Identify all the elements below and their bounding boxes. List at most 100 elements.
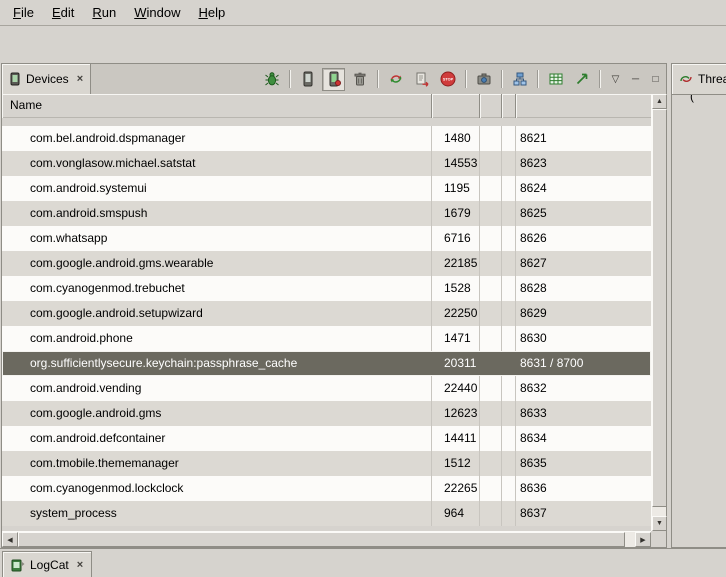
process-col4 [502, 251, 516, 276]
menu-item-run[interactable]: Run [83, 2, 125, 23]
table-row[interactable]: com.whatsapp67168626 [2, 226, 651, 251]
minimize-icon[interactable]: ─ [628, 71, 643, 87]
screen-capture-icon[interactable] [472, 68, 495, 91]
toolbar-separator [599, 70, 600, 88]
stop-process-icon[interactable]: STOP [436, 68, 459, 91]
scrollbar-corner [651, 531, 666, 547]
menu-item-help[interactable]: Help [189, 2, 234, 23]
process-name: com.android.vending [2, 376, 432, 401]
process-port: 8624 [516, 176, 651, 201]
process-name: com.vonglasow.michael.satstat [2, 151, 432, 176]
table-row[interactable]: com.google.android.gms126238633 [2, 401, 651, 426]
table-row[interactable]: com.google.android.setupwizard222508629 [2, 301, 651, 326]
threads-view: Threads Thread up ( [671, 63, 726, 548]
vertical-scrollbar[interactable]: ▲ ▼ [651, 94, 666, 531]
process-port: 8628 [516, 276, 651, 301]
process-col4 [502, 151, 516, 176]
process-col3 [480, 351, 502, 376]
dump-threads-icon[interactable] [410, 68, 433, 91]
process-col4 [502, 401, 516, 426]
table-row[interactable]: com.google.android.gms.wearable221858627 [2, 251, 651, 276]
devices-tab-close-icon[interactable]: × [77, 73, 83, 85]
svg-text:STOP: STOP [442, 78, 453, 82]
scroll-right-icon[interactable]: ▶ [635, 532, 651, 547]
process-pid: 22250 [432, 301, 480, 326]
process-name: com.bel.android.dspmanager [2, 126, 432, 151]
table-row[interactable]: com.vonglasow.michael.satstat145538623 [2, 151, 651, 176]
process-name: com.android.phone [2, 326, 432, 351]
device-icon [9, 72, 21, 86]
cause-gc-icon[interactable] [348, 68, 371, 91]
process-name: com.tmobile.thememanager [2, 451, 432, 476]
process-col4 [502, 351, 516, 376]
process-col3 [480, 451, 502, 476]
scroll-left-icon[interactable]: ◀ [2, 532, 18, 547]
menu-item-window[interactable]: Window [125, 2, 189, 23]
process-col3 [480, 301, 502, 326]
scroll-down-icon[interactable]: ▼ [652, 516, 667, 531]
process-col3 [480, 476, 502, 501]
header-cell-4[interactable] [502, 94, 516, 118]
table-row[interactable]: com.android.smspush16798625 [2, 201, 651, 226]
process-col3 [480, 226, 502, 251]
table-row-selected[interactable]: org.sufficientlysecure.keychain:passphra… [2, 351, 651, 376]
vertical-scroll-thumb[interactable] [652, 109, 667, 507]
devices-tab[interactable]: Devices × [2, 64, 91, 94]
table-row[interactable]: com.android.systemui11958624 [2, 176, 651, 201]
process-col3 [480, 201, 502, 226]
table-row[interactable]: com.android.defcontainer144118634 [2, 426, 651, 451]
header-cell-pid[interactable] [432, 94, 480, 118]
table-header: Name [2, 94, 651, 119]
process-pid: 1195 [432, 176, 480, 201]
horizontal-scroll-thumb[interactable] [18, 532, 625, 547]
process-port: 8631 / 8700 [516, 351, 651, 376]
process-pid: 1471 [432, 326, 480, 351]
horizontal-scrollbar[interactable]: ◀ ▶ [2, 531, 651, 547]
process-name: com.google.android.setupwizard [2, 301, 432, 326]
table-row[interactable]: com.android.phone1471 8630 [2, 326, 651, 351]
heap-dump-icon[interactable] [322, 68, 345, 91]
ui-hierarchy-icon[interactable] [508, 68, 531, 91]
devices-view-toolbar: STOP ▽ ─ □ [260, 64, 666, 94]
threads-tab[interactable]: Threads [672, 64, 726, 94]
scroll-up-icon[interactable]: ▲ [652, 94, 667, 109]
table-row[interactable]: com.bel.android.dspmanager14808621 [2, 126, 651, 151]
process-pid: 6716 [432, 226, 480, 251]
table-row[interactable]: com.cyanogenmod.lockclock222658636 [2, 476, 651, 501]
table-row[interactable]: com.cyanogenmod.trebuchet15288628 [2, 276, 651, 301]
debug-icon[interactable] [260, 68, 283, 91]
update-threads-icon[interactable] [384, 68, 407, 91]
view-menu-icon[interactable]: ▽ [608, 71, 623, 87]
process-col4 [502, 176, 516, 201]
process-pid: 1528 [432, 276, 480, 301]
process-port: 8633 [516, 401, 651, 426]
process-col4 [502, 226, 516, 251]
logcat-tab-close-icon[interactable]: × [77, 559, 83, 571]
process-port: 8634 [516, 426, 651, 451]
header-cell-name[interactable]: Name [2, 94, 432, 118]
logcat-icon [11, 558, 25, 572]
header-cell-3[interactable] [480, 94, 502, 118]
header-cell-port[interactable] [516, 94, 651, 118]
process-col4 [502, 426, 516, 451]
process-col3 [480, 176, 502, 201]
process-pid: 964 [432, 501, 480, 526]
systrace-icon[interactable] [544, 68, 567, 91]
menu-item-file[interactable]: File [4, 2, 43, 23]
threads-tabbar: Threads [672, 64, 726, 95]
table-row[interactable]: com.android.vending224408632 [2, 376, 651, 401]
table-row[interactable]: system_process9648637 [2, 501, 651, 526]
update-heap-icon[interactable] [296, 68, 319, 91]
toolbar-separator [501, 70, 502, 88]
process-pid: 14553 [432, 151, 480, 176]
process-col3 [480, 251, 502, 276]
table-row[interactable]: com.tmobile.thememanager15128635 [2, 451, 651, 476]
toolbar-separator [377, 70, 378, 88]
method-profiling-icon[interactable] [570, 68, 593, 91]
logcat-tab[interactable]: LogCat × [2, 551, 92, 577]
process-col3 [480, 326, 502, 351]
menu-item-edit[interactable]: Edit [43, 2, 83, 23]
maximize-icon[interactable]: □ [648, 71, 663, 87]
process-col3 [480, 126, 502, 151]
process-port: 8630 [516, 326, 651, 351]
